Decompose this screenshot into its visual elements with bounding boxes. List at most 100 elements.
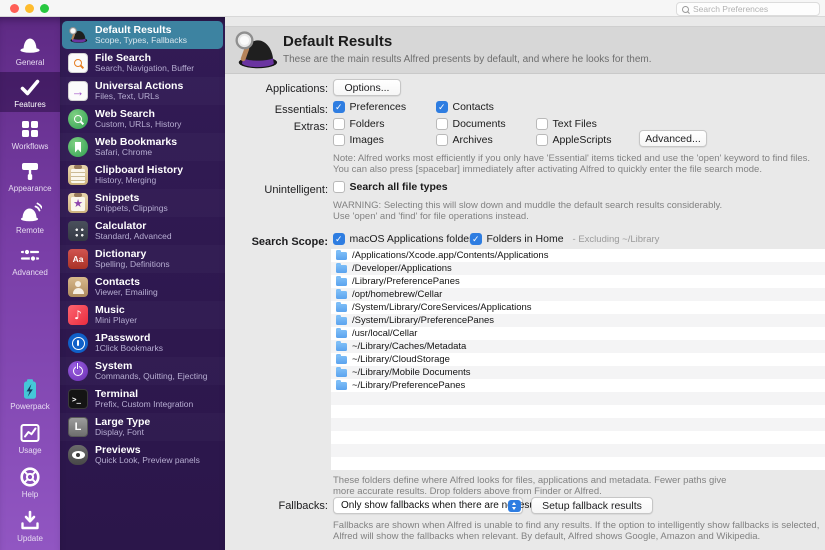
folder-row[interactable]: /Library/PreferencePanes — [331, 275, 825, 288]
checkbox-macos-applications-folder[interactable]: ✓ macOS Applications folder — [333, 233, 473, 245]
sidebar-item-appearance[interactable]: Appearance — [0, 156, 60, 196]
folder-row[interactable]: /usr/local/Cellar — [331, 327, 825, 340]
checkbox-folders[interactable]: Folders — [333, 118, 385, 130]
feature-subtitle: Viewer, Emailing — [95, 286, 158, 297]
download-tray-icon — [18, 509, 42, 533]
search-preferences-input[interactable]: Search Preferences — [676, 2, 820, 16]
feature-item-1password[interactable]: 1Password 1Click Bookmarks — [60, 329, 225, 357]
feature-item-snippets[interactable]: ★ Snippets Snippets, Clippings — [60, 189, 225, 217]
checkbox-images[interactable]: Images — [333, 134, 384, 146]
feature-item-web-bookmarks[interactable]: Web Bookmarks Safari, Chrome — [60, 133, 225, 161]
folder-row[interactable]: ~/Library/PreferencePanes — [331, 379, 825, 392]
feature-subtitle: Mini Player — [95, 314, 138, 325]
search-icon — [682, 5, 689, 13]
feature-item-terminal[interactable]: >_ Terminal Prefix, Custom Integration — [60, 385, 225, 413]
feature-item-file-search[interactable]: File Search Search, Navigation, Buffer — [60, 49, 225, 77]
grid-icon — [18, 117, 42, 141]
folder-row[interactable]: ~/Library/Caches/Metadata — [331, 340, 825, 353]
sidebar-item-advanced[interactable]: Advanced — [0, 240, 60, 280]
minimize-window-button[interactable] — [25, 4, 34, 13]
checkbox-label: Documents — [452, 118, 506, 130]
folder-icon — [336, 276, 347, 286]
feature-item-universal-actions[interactable]: → Universal Actions Files, Text, URLs — [60, 77, 225, 105]
checkbox-label: Text Files — [552, 118, 597, 130]
folder-row[interactable]: ~/Library/Mobile Documents — [331, 366, 825, 379]
feature-item-default-results[interactable]: Default Results Scope, Types, Fallbacks — [62, 21, 223, 49]
feature-subtitle: Spelling, Definitions — [95, 258, 170, 269]
sidebar-item-usage[interactable]: Usage — [0, 418, 60, 458]
sidebar-item-workflows[interactable]: Workflows — [0, 114, 60, 154]
options-button[interactable]: Options... — [333, 79, 401, 96]
sidebar-item-features[interactable]: Features — [0, 72, 60, 112]
folder-path: /Developer/Applications — [352, 263, 452, 274]
checkbox-icon — [333, 134, 345, 146]
folder-path: ~/Library/PreferencePanes — [352, 380, 466, 391]
folder-row[interactable]: /opt/homebrew/Cellar — [331, 288, 825, 301]
checkbox-checked-icon: ✓ — [470, 233, 482, 245]
feature-item-system[interactable]: System Commands, Quitting, Ejecting — [60, 357, 225, 385]
feature-subtitle: Custom, URLs, History — [95, 118, 182, 129]
folder-row[interactable]: /Developer/Applications — [331, 262, 825, 275]
alfred-hat-icon — [233, 28, 279, 77]
fallbacks-dropdown[interactable]: Only show fallbacks when there are no re… — [333, 497, 545, 514]
folder-path: /Applications/Xcode.app/Contents/Applica… — [352, 250, 549, 261]
sidebar-item-label: Appearance — [8, 184, 52, 193]
checkbox-preferences[interactable]: ✓ Preferences — [333, 101, 406, 113]
checkbox-text-files[interactable]: Text Files — [536, 118, 597, 130]
folder-icon — [336, 354, 347, 364]
folder-row[interactable]: ~/Library/CloudStorage — [331, 353, 825, 366]
feature-subtitle: Snippets, Clippings — [95, 202, 168, 213]
checkbox-applescripts[interactable]: AppleScripts — [536, 134, 611, 146]
globe-bookmark-icon — [68, 137, 88, 157]
feature-item-calculator[interactable]: Calculator Standard, Advanced — [60, 217, 225, 245]
sidebar-item-label: Remote — [15, 226, 44, 235]
folder-icon — [336, 380, 347, 390]
sidebar-item-label: Update — [17, 534, 43, 543]
close-window-button[interactable] — [10, 4, 19, 13]
feature-item-dictionary[interactable]: Aa Dictionary Spelling, Definitions — [60, 245, 225, 273]
checkmark-icon — [18, 75, 42, 99]
page-description: These are the main results Alfred presen… — [283, 54, 652, 65]
feature-item-web-search[interactable]: Web Search Custom, URLs, History — [60, 105, 225, 133]
feature-subtitle: Display, Font — [95, 426, 144, 437]
checkbox-documents[interactable]: Documents — [436, 118, 506, 130]
excluding-library-note: - Excluding ~/Library — [572, 233, 660, 245]
folder-row[interactable]: /System/Library/CoreServices/Application… — [331, 301, 825, 314]
folder-path: /usr/local/Cellar — [352, 328, 418, 339]
sidebar-item-label: Workflows — [11, 142, 49, 151]
sidebar-item-help[interactable]: Help — [0, 462, 60, 502]
sidebar-item-general[interactable]: General — [0, 30, 60, 70]
feature-item-clipboard-history[interactable]: Clipboard History History, Merging — [60, 161, 225, 189]
music-note-icon: ♪ — [68, 305, 88, 325]
clipboard-star-icon: ★ — [68, 193, 88, 213]
folder-path: /System/Library/CoreServices/Application… — [352, 302, 532, 313]
search-scope-folder-list[interactable]: /Applications/Xcode.app/Contents/Applica… — [331, 249, 825, 470]
advanced-button[interactable]: Advanced... — [639, 130, 707, 147]
zoom-window-button[interactable] — [40, 4, 49, 13]
checkbox-folders-in-home[interactable]: ✓ Folders in Home - Excluding ~/Library — [470, 233, 659, 245]
checkbox-contacts[interactable]: ✓ Contacts — [436, 101, 494, 113]
folder-icon — [336, 289, 347, 299]
essentials-label: Essentials: — [274, 104, 328, 116]
magnifier-page-icon — [68, 53, 88, 73]
page-title: Default Results — [283, 33, 393, 50]
feature-item-music[interactable]: ♪ Music Mini Player — [60, 301, 225, 329]
checkbox-search-all-file-types[interactable]: Search all file types — [333, 181, 448, 193]
empty-row — [331, 457, 825, 470]
sidebar-item-update[interactable]: Update — [0, 506, 60, 546]
sidebar-item-powerpack[interactable]: Powerpack — [0, 374, 60, 414]
folder-row[interactable]: /Applications/Xcode.app/Contents/Applica… — [331, 249, 825, 262]
folder-row[interactable]: /System/Library/PreferencePanes — [331, 314, 825, 327]
folder-icon — [336, 263, 347, 273]
alfred-hat-icon — [68, 25, 88, 45]
empty-row — [331, 392, 825, 405]
setup-fallback-results-button[interactable]: Setup fallback results — [531, 497, 653, 514]
remote-hat-icon — [18, 201, 42, 225]
sidebar-item-remote[interactable]: Remote — [0, 198, 60, 238]
checkbox-archives[interactable]: Archives — [436, 134, 493, 146]
empty-row — [331, 405, 825, 418]
feature-item-large-type[interactable]: L Large Type Display, Font — [60, 413, 225, 441]
feature-item-previews[interactable]: Previews Quick Look, Preview panels — [60, 441, 225, 469]
main-sidebar: General Features Workflows Appearance Re… — [0, 16, 60, 550]
feature-item-contacts[interactable]: Contacts Viewer, Emailing — [60, 273, 225, 301]
